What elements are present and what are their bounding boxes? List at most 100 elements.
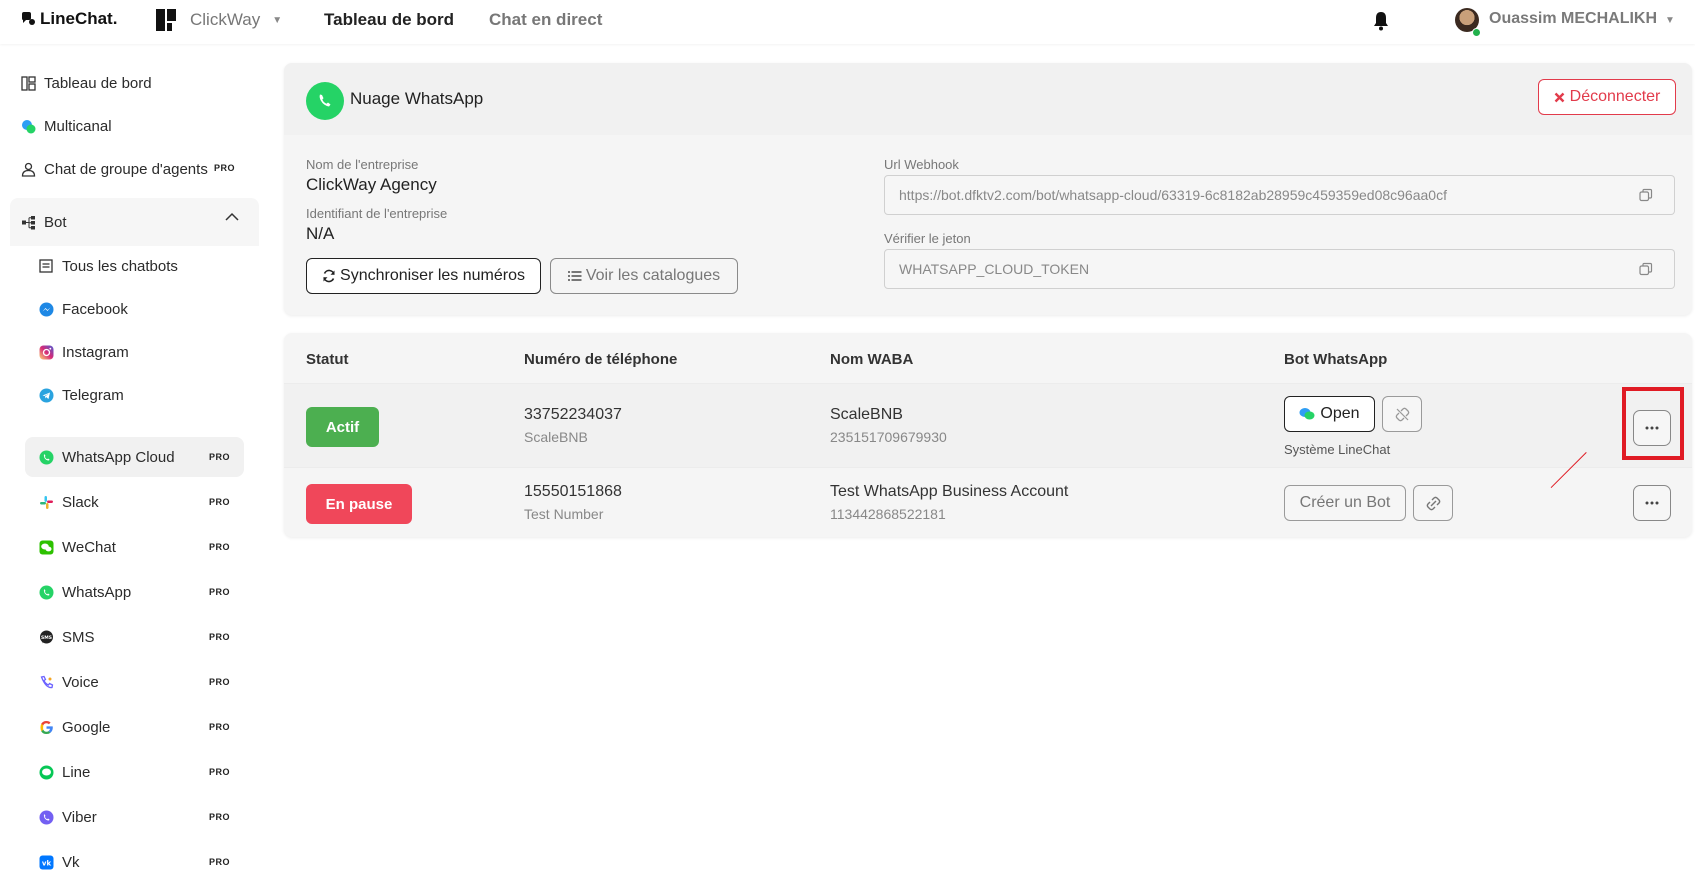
chevron-up-icon[interactable] xyxy=(225,212,239,222)
top-bar: LineChat. ClickWay ▼ Tableau de bord Cha… xyxy=(0,0,1695,44)
sidebar-item-telegram[interactable]: Telegram xyxy=(38,375,238,415)
company-id: N/A xyxy=(306,224,335,243)
sidebar-item-label: SMS xyxy=(62,628,95,646)
waba-id: 113442868522181 xyxy=(830,506,946,522)
sync-numbers-button[interactable]: Synchroniser les numéros xyxy=(306,258,541,294)
status-badge: En pause xyxy=(306,484,412,524)
pro-badge: PRO xyxy=(209,812,231,822)
create-bot-button[interactable]: Créer un Bot xyxy=(1284,485,1406,521)
dashboard-icon xyxy=(20,75,36,91)
copy-icon xyxy=(1638,262,1652,276)
company-name: ClickWay Agency xyxy=(306,175,437,194)
sidebar-item-voice[interactable]: Voice xyxy=(38,662,238,702)
brand-name: LineChat. xyxy=(40,9,118,28)
column-header-phone: Numéro de téléphone xyxy=(524,351,678,368)
sidebar-item-label: Telegram xyxy=(62,386,124,404)
instagram-icon xyxy=(38,344,54,360)
sidebar-item-all-chatbots[interactable]: Tous les chatbots xyxy=(38,246,238,286)
brand-logo[interactable]: LineChat. xyxy=(20,9,117,29)
copy-token-button[interactable] xyxy=(1617,249,1675,289)
sidebar-item-wechat[interactable]: WeChat xyxy=(38,527,238,567)
waba-name: Test WhatsApp Business Account xyxy=(830,483,1069,500)
whatsapp-icon xyxy=(38,584,54,600)
pro-badge: PRO xyxy=(209,587,231,597)
unlink-bot-button[interactable] xyxy=(1382,396,1422,432)
user-icon xyxy=(20,161,36,177)
webhook-url-label: Url Webhook xyxy=(884,157,959,172)
whatsapp-icon xyxy=(306,82,344,120)
user-name[interactable]: Ouassim MECHALIKH xyxy=(1489,10,1657,28)
workspace-icon xyxy=(156,9,176,31)
sidebar-item-label: Chat de groupe d'agents xyxy=(44,160,208,178)
sidebar-item-dashboard[interactable]: Tableau de bord xyxy=(20,63,260,103)
sidebar-item-label: Google xyxy=(62,718,111,736)
google-icon xyxy=(38,719,54,735)
sidebar-item-google[interactable]: Google xyxy=(38,707,238,747)
pro-badge: PRO xyxy=(209,542,231,552)
waba-name: ScaleBNB xyxy=(830,406,903,423)
chevron-down-icon[interactable]: ▼ xyxy=(1665,15,1675,26)
sidebar-item-label: Facebook xyxy=(62,300,128,318)
sidebar-item-label: Viber xyxy=(62,808,97,826)
sidebar-item-instagram[interactable]: Instagram xyxy=(38,332,238,372)
webhook-url-value: https://bot.dfktv2.com/bot/whatsapp-clou… xyxy=(899,187,1447,203)
pro-badge: PRO xyxy=(209,497,231,507)
sidebar-item-bot[interactable]: Bot xyxy=(20,202,260,242)
sidebar-item-slack[interactable]: Slack xyxy=(38,482,238,522)
row-actions-button[interactable] xyxy=(1633,485,1671,521)
phone-number: 15550151868 xyxy=(524,483,622,500)
vk-icon: vk xyxy=(38,854,54,870)
viber-icon xyxy=(38,809,54,825)
sync-numbers-label: Synchroniser les numéros xyxy=(340,267,525,284)
webhook-url-field[interactable]: https://bot.dfktv2.com/bot/whatsapp-clou… xyxy=(884,175,1618,215)
sidebar-item-line[interactable]: Line xyxy=(38,752,238,792)
list-icon xyxy=(567,271,582,281)
svg-text:vk: vk xyxy=(41,859,51,867)
list-icon xyxy=(38,258,54,274)
sidebar-item-viber[interactable]: Viber xyxy=(38,797,238,837)
waba-id: 235151709679930 xyxy=(830,429,947,445)
row-divider xyxy=(284,383,1692,384)
link-bot-button[interactable] xyxy=(1413,485,1453,521)
sms-icon: SMS xyxy=(38,629,54,645)
sidebar-item-label: Bot xyxy=(44,213,67,231)
telegram-icon xyxy=(38,387,54,403)
svg-text:SMS: SMS xyxy=(41,635,52,641)
card-header xyxy=(284,63,1692,135)
sidebar-item-label: Multicanal xyxy=(44,117,112,135)
company-id-label: Identifiant de l'entreprise xyxy=(306,206,448,221)
phone-icon xyxy=(38,674,54,690)
messenger-icon xyxy=(38,301,54,317)
sidebar-item-sms[interactable]: SMS SMS xyxy=(38,617,238,657)
card-title: Nuage WhatsApp xyxy=(350,89,484,108)
copy-webhook-button[interactable] xyxy=(1617,175,1675,215)
sidebar-item-whatsapp-cloud[interactable]: WhatsApp Cloud xyxy=(38,437,238,477)
view-catalogs-button[interactable]: Voir les catalogues xyxy=(550,258,738,294)
workspace-name: ClickWay xyxy=(190,10,261,29)
slack-icon xyxy=(38,494,54,510)
sidebar-item-label: Vk xyxy=(62,853,80,871)
company-name-label: Nom de l'entreprise xyxy=(306,157,419,172)
sidebar-item-whatsapp[interactable]: WhatsApp xyxy=(38,572,238,612)
refresh-icon xyxy=(323,269,335,283)
nav-live-chat[interactable]: Chat en direct xyxy=(489,10,602,30)
column-header-bot: Bot WhatsApp xyxy=(1284,351,1388,368)
sidebar-item-label: Instagram xyxy=(62,343,129,361)
disconnect-button[interactable]: Déconnecter xyxy=(1538,79,1676,115)
phone-display-name: ScaleBNB xyxy=(524,429,588,445)
column-header-waba: Nom WABA xyxy=(830,351,914,368)
sidebar-item-vk[interactable]: vk Vk xyxy=(38,842,238,882)
line-icon xyxy=(38,764,54,780)
pro-badge: PRO xyxy=(209,767,231,777)
sidebar-item-label: Voice xyxy=(62,673,99,691)
sidebar-item-multichannel[interactable]: Multicanal xyxy=(20,106,260,146)
verify-token-field[interactable]: WHATSAPP_CLOUD_TOKEN xyxy=(884,249,1618,289)
pro-badge: PRO xyxy=(209,722,231,732)
flow-icon xyxy=(20,214,36,230)
workspace-switcher[interactable]: ClickWay ▼ xyxy=(156,7,282,33)
open-bot-button[interactable]: Open xyxy=(1284,396,1375,432)
nav-dashboard[interactable]: Tableau de bord xyxy=(324,10,454,30)
chat-bubbles-icon xyxy=(1299,408,1315,420)
sidebar-item-facebook[interactable]: Facebook xyxy=(38,289,238,329)
bell-icon[interactable] xyxy=(1372,11,1390,31)
